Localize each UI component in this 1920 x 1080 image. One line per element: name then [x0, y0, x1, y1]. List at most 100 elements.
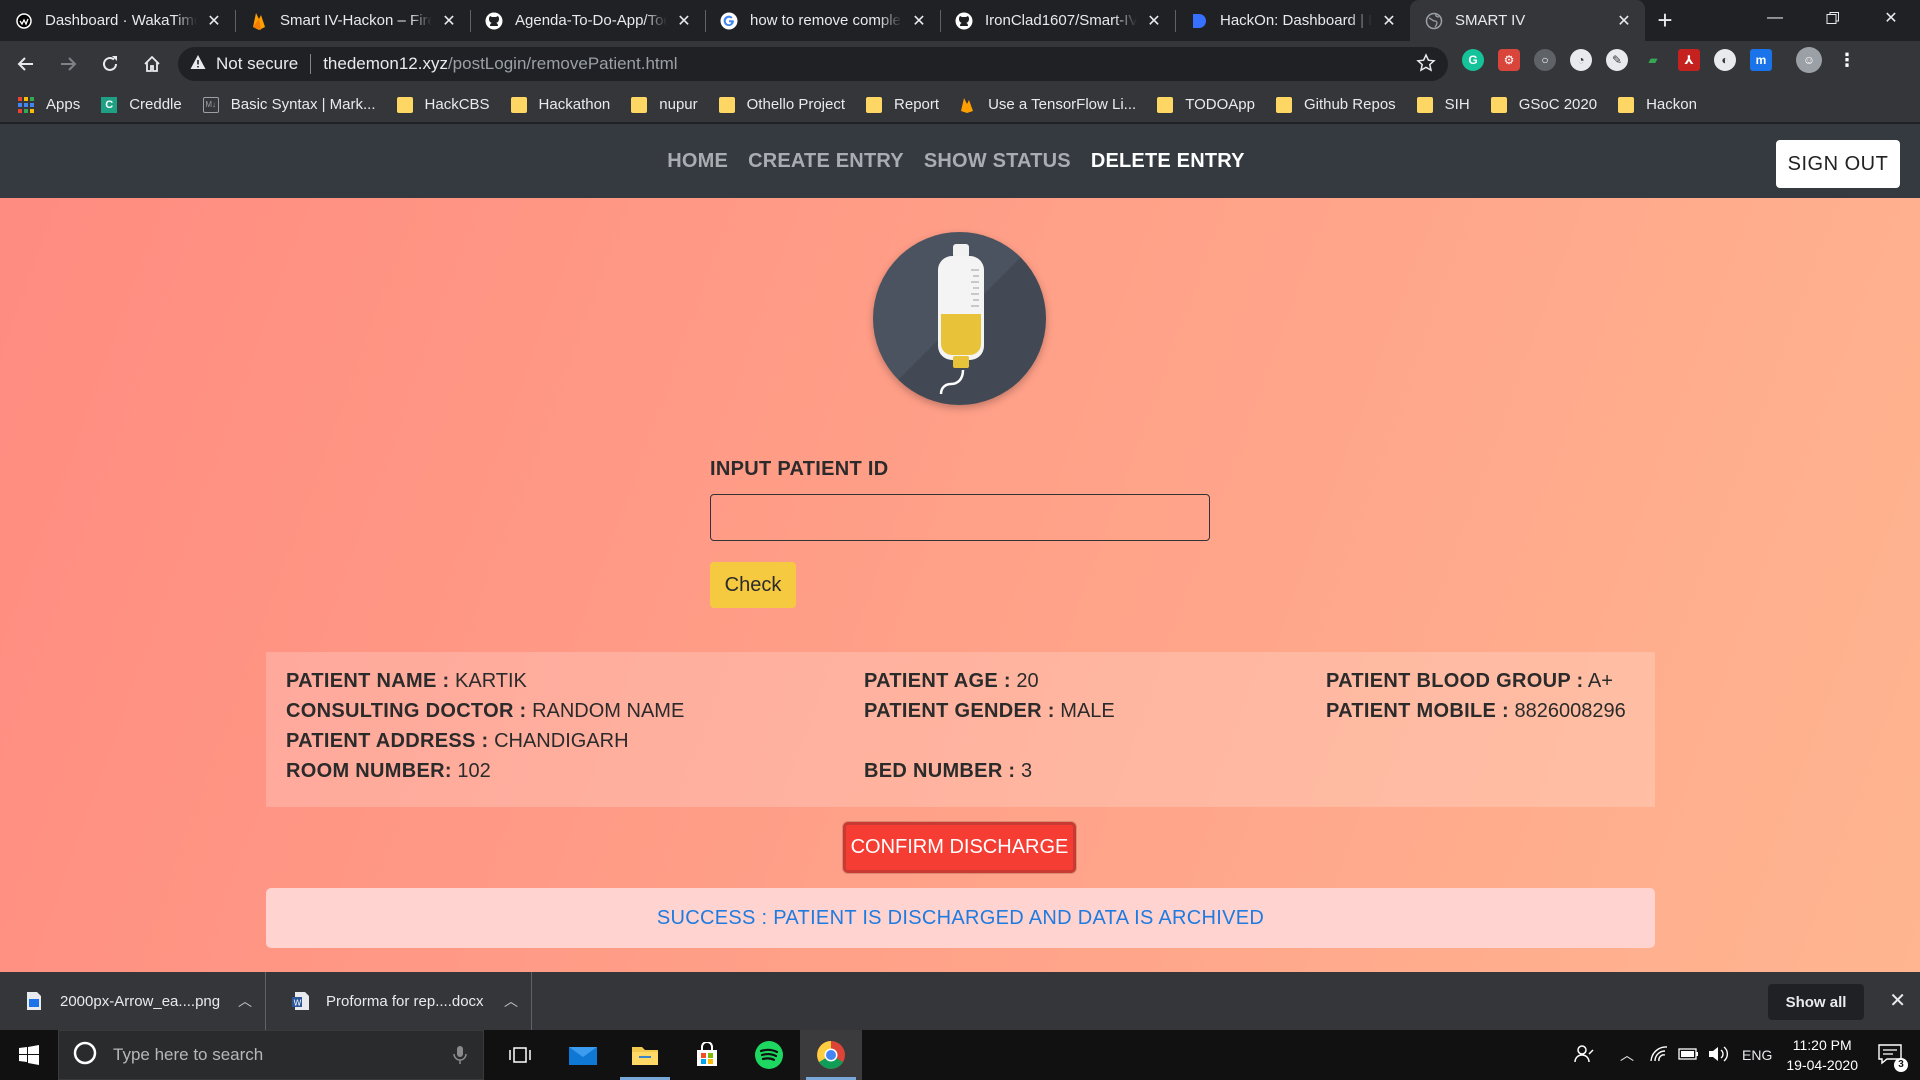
bookmark-folder[interactable]: Hackon [1618, 96, 1697, 113]
bookmark-folder[interactable]: HackCBS [396, 96, 490, 113]
bookmark-apps[interactable]: Apps [18, 96, 80, 113]
chevron-up-icon[interactable]: ︿ [225, 991, 265, 1011]
close-icon[interactable]: ✕ [1145, 12, 1163, 30]
clock[interactable]: 11:20 PM 19-04-2020 [1786, 1035, 1858, 1075]
volume-icon[interactable] [1708, 1045, 1730, 1066]
patient-age-label: PATIENT AGE : [864, 670, 1011, 692]
bookmark-tensorflow[interactable]: Use a TensorFlow Li... [960, 96, 1136, 113]
battery-icon[interactable] [1678, 1047, 1700, 1064]
bookmark-folder[interactable]: Github Repos [1275, 96, 1396, 113]
people-icon[interactable] [1574, 1044, 1594, 1067]
browser-tab[interactable]: how to remove complete ✕ [705, 0, 940, 41]
pdf-icon[interactable]: ⅄ [1678, 49, 1700, 71]
close-window-icon[interactable]: ✕ [1862, 0, 1920, 36]
browser-tab[interactable]: IronClad1607/Smart-IV ✕ [940, 0, 1175, 41]
minimize-icon[interactable]: — [1746, 0, 1804, 36]
windows-start-icon[interactable] [0, 1030, 58, 1080]
bookmark-star-icon[interactable] [1416, 53, 1436, 78]
browser-tab[interactable]: Smart IV-Hackon – Firebase ✕ [235, 0, 470, 41]
file-explorer-icon[interactable] [614, 1030, 676, 1080]
taskbar-search-placeholder: Type here to search [113, 1045, 264, 1064]
nav-links: HOME CREATE ENTRY SHOW STATUS DELETE ENT… [667, 150, 1244, 173]
bookmark-folder[interactable]: Report [866, 96, 939, 113]
mail-icon[interactable] [552, 1030, 614, 1080]
bookmark-folder[interactable]: SIH [1416, 96, 1470, 113]
back-icon[interactable] [6, 44, 46, 84]
apps-grid-icon [18, 96, 34, 113]
extension-icon[interactable]: m [1750, 49, 1772, 71]
nav-show-status[interactable]: SHOW STATUS [924, 150, 1071, 173]
tab-title: Agenda-To-Do-App/Todo [515, 12, 667, 29]
patient-mobile-row: PATIENT MOBILE : 8826008296 [1326, 700, 1626, 723]
extension-icon[interactable]: ◐ [1714, 49, 1736, 71]
warning-icon[interactable] [190, 54, 206, 75]
confirm-discharge-button[interactable]: CONFIRM DISCHARGE [843, 822, 1076, 873]
bookmark-folder[interactable]: Othello Project [718, 96, 845, 113]
reload-icon[interactable] [90, 44, 130, 84]
notifications-icon[interactable]: 3 [1878, 1043, 1908, 1072]
chevron-up-icon[interactable]: ︿ [491, 991, 531, 1011]
chrome-icon[interactable] [800, 1030, 862, 1080]
close-icon[interactable]: ✕ [910, 12, 928, 30]
spotify-icon[interactable] [738, 1030, 800, 1080]
home-icon[interactable] [132, 44, 172, 84]
show-all-downloads-button[interactable]: Show all [1768, 984, 1864, 1020]
doctor-value: RANDOM NAME [532, 700, 685, 722]
menu-kebab-icon[interactable]: ⋮ [1836, 49, 1858, 71]
tab-title: Smart IV-Hackon – Firebase [280, 12, 432, 29]
browser-tab[interactable]: Dashboard · WakaTime ✕ [0, 0, 235, 41]
forward-icon[interactable] [48, 44, 88, 84]
nav-create-entry[interactable]: CREATE ENTRY [748, 150, 904, 173]
download-shelf: 2000px-Arrow_ea....png ︿ W Proforma for … [0, 972, 1920, 1030]
bookmark-folder[interactable]: nupur [631, 96, 698, 113]
grammarly-icon[interactable]: G [1462, 49, 1484, 71]
extension-icon[interactable]: ✎ [1606, 49, 1628, 71]
app-navbar: HOME CREATE ENTRY SHOW STATUS DELETE ENT… [0, 124, 1920, 198]
download-item[interactable]: 2000px-Arrow_ea....png ︿ [0, 972, 266, 1030]
chevron-up-icon[interactable]: ︿ [1620, 1045, 1634, 1065]
patient-id-input[interactable] [710, 494, 1210, 541]
close-icon[interactable]: ✕ [440, 12, 458, 30]
task-view-icon[interactable] [489, 1030, 551, 1080]
bed-number-value: 3 [1020, 760, 1033, 782]
browser-tab-active[interactable]: SMART IV ✕ [1410, 0, 1645, 41]
avatar[interactable]: ☺ [1796, 47, 1822, 73]
nav-home[interactable]: HOME [667, 150, 728, 173]
folder-icon [1275, 96, 1292, 113]
close-icon[interactable]: ✕ [1380, 12, 1398, 30]
bookmark-folder[interactable]: TODOApp [1157, 96, 1255, 113]
close-icon[interactable]: ✕ [205, 12, 223, 30]
browser-tab[interactable]: HackOn: Dashboard | Devfolio ✕ [1175, 0, 1410, 41]
nav-delete-entry[interactable]: DELETE ENTRY [1091, 150, 1245, 173]
bookmark-folder[interactable]: Hackathon [510, 96, 610, 113]
close-shelf-icon[interactable]: ✕ [1889, 988, 1906, 1013]
download-item[interactable]: W Proforma for rep....docx ︿ [266, 972, 532, 1030]
restore-icon[interactable] [1804, 0, 1862, 36]
check-button[interactable]: Check [710, 562, 796, 608]
microphone-icon[interactable] [453, 1045, 467, 1070]
language-indicator[interactable]: ENG [1742, 1047, 1772, 1063]
doctor-label: CONSULTING DOCTOR : [286, 700, 527, 722]
new-tab-button[interactable]: + [1645, 0, 1685, 41]
close-icon[interactable]: ✕ [675, 12, 693, 30]
address-bar[interactable]: Not secure thedemon12.xyz /postLogin/rem… [178, 47, 1448, 81]
cast-icon[interactable]: ▰ [1642, 49, 1664, 71]
system-tray: ︿ ENG 11:20 PM 19-04-2020 3 [1574, 1030, 1920, 1080]
browser-tab[interactable]: Agenda-To-Do-App/Todo ✕ [470, 0, 705, 41]
window-controls: — ✕ [1746, 0, 1920, 36]
sign-out-button[interactable]: SIGN OUT [1776, 140, 1900, 188]
speedometer-icon[interactable]: ◔ [1570, 49, 1592, 71]
wifi-icon[interactable] [1650, 1045, 1668, 1065]
security-label[interactable]: Not secure [216, 54, 298, 74]
extension-icon[interactable]: ⚙ [1498, 49, 1520, 71]
patient-name-label: PATIENT NAME : [286, 670, 450, 692]
bookmark-markdown[interactable]: M↓ Basic Syntax | Mark... [202, 96, 376, 113]
microsoft-store-icon[interactable] [676, 1030, 738, 1080]
room-number-row: ROOM NUMBER: 102 [286, 760, 491, 783]
lightbulb-icon[interactable]: ○ [1534, 49, 1556, 71]
taskbar-search-box[interactable]: Type here to search [58, 1030, 484, 1080]
bookmark-folder[interactable]: GSoC 2020 [1490, 96, 1597, 113]
bookmark-creddle[interactable]: C Creddle [101, 96, 182, 113]
close-icon[interactable]: ✕ [1615, 12, 1633, 30]
success-alert: SUCCESS : PATIENT IS DISCHARGED AND DATA… [266, 888, 1655, 948]
